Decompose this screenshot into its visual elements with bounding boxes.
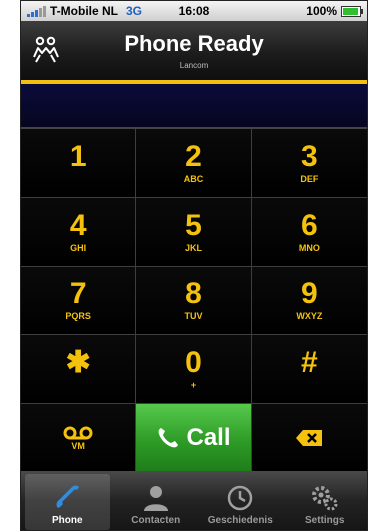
carrier-label: T-Mobile NL [50,4,118,18]
number-display [21,84,367,129]
clock-icon [228,485,253,511]
page-title: Phone Ready [124,31,264,56]
signal-icon [27,5,46,17]
phone-screen: T-Mobile NL 3G 16:08 100% Phone Ready La… [20,0,368,531]
key-4[interactable]: 4 GHI [21,197,137,267]
app-header: Phone Ready Lancom [21,21,367,84]
tab-contacten[interactable]: Contacten [114,471,199,530]
key-letters: + [190,380,197,391]
key-3[interactable]: 3 DEF [251,129,367,198]
delete-button[interactable] [251,404,367,473]
tab-settings[interactable]: Settings [283,471,368,530]
voicemail-label: VM [71,440,85,451]
key-digit: 9 [300,277,318,311]
tab-label: Phone [51,515,83,526]
network-label: 3G [126,4,143,18]
call-button[interactable]: Call [136,404,252,473]
key-letters: PQRS [65,311,91,322]
key-digit: 3 [300,139,318,173]
status-bar: T-Mobile NL 3G 16:08 100% [21,1,367,21]
tab-label: Geschiedenis [207,515,273,526]
key-9[interactable]: 9 WXYZ [251,266,367,336]
key-letters: DEF [300,173,319,184]
tab-bar: Phone Contacten Geschiedenis Settings [21,471,367,530]
phone-icon [56,485,80,508]
tab-label: Settings [305,515,345,526]
page-subtitle: Lancom [179,61,209,70]
key-digit: 5 [185,208,202,242]
tab-phone[interactable]: Phone [25,474,110,530]
key-digit: ✱ [65,346,91,380]
key-hash[interactable]: # [251,335,367,405]
key-digit: 7 [69,277,87,311]
tab-geschiedenis[interactable]: Geschiedenis [198,471,283,530]
key-digit: 1 [69,139,87,173]
key-digit: # [300,346,318,380]
key-digit: 4 [69,208,87,242]
battery-icon [341,5,363,17]
contacts-icon [143,486,168,511]
phone-handset-icon [159,428,179,448]
key-digit: 6 [300,208,318,242]
key-0[interactable]: 0 + [136,335,252,405]
key-6[interactable]: 6 MNO [251,197,367,267]
key-digit: 0 [185,346,202,380]
key-letters: TUV [184,311,203,322]
key-star[interactable]: ✱ [21,335,137,405]
key-8[interactable]: 8 TUV [136,266,252,336]
key-letters: JKL [184,242,202,253]
call-label: Call [186,424,231,452]
battery-label: 100% [306,4,337,18]
key-7[interactable]: 7 PQRS [21,266,137,336]
key-5[interactable]: 5 JKL [136,197,252,267]
tab-label: Contacten [131,515,181,526]
key-digit: 8 [185,277,202,311]
key-letters: MNO [298,242,320,253]
backspace-icon [296,430,323,447]
key-2[interactable]: 2 ABC [136,129,252,198]
gears-icon [311,486,338,511]
voicemail-icon [63,426,93,440]
key-letters: WXYZ [296,311,323,322]
key-letters: ABC [183,173,204,184]
voicemail-button[interactable]: VM [21,404,137,473]
key-digit: 2 [185,139,202,173]
key-letters: GHI [70,242,87,253]
keypad: 1 2 ABC 3 DEF 4 GHI 5 JKL 6 MNO 7 PQRS 8 TUV 9W… [21,129,367,473]
key-1[interactable]: 1 [21,129,137,198]
